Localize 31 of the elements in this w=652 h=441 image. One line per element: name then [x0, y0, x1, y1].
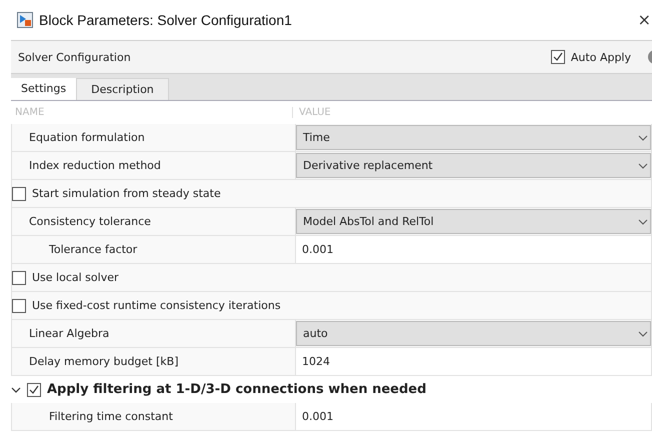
checkbox[interactable] — [12, 270, 26, 284]
auto-apply-checkbox[interactable] — [550, 50, 565, 64]
chevron-icon[interactable] — [11, 384, 21, 394]
chevron-icon[interactable] — [638, 160, 648, 170]
chevron-icon[interactable] — [638, 216, 648, 226]
dropdown[interactable]: Time — [296, 125, 651, 150]
checkbox-label: Start simulation from steady state — [32, 187, 221, 200]
checkbox[interactable] — [12, 298, 26, 312]
checkbox-label: Use fixed-cost runtime consistency iterations — [32, 299, 281, 312]
parameter-name: Linear Algebra — [29, 327, 110, 340]
column-header: NAME — [11, 107, 293, 118]
parameter-name: Consistency tolerance — [29, 215, 151, 228]
tab[interactable]: Description — [76, 78, 169, 100]
block-name: Solver Configuration — [18, 50, 132, 64]
dropdown[interactable]: Model AbsTol and RelTol — [296, 209, 651, 234]
chevron-icon[interactable] — [638, 328, 648, 338]
parameter-name: Index reduction method — [29, 159, 161, 172]
tab[interactable]: Settings — [11, 78, 76, 100]
checkbox-label: Use local solver — [32, 271, 118, 284]
block-icon — [17, 12, 33, 28]
auto-apply-label: Auto Apply — [570, 50, 631, 64]
checkbox[interactable] — [12, 186, 26, 200]
window-title: Block Parameters: Solver Configuration1 — [39, 12, 292, 28]
chevron-icon[interactable] — [638, 132, 648, 142]
checkbox[interactable] — [27, 382, 41, 396]
parameter-name: Equation formulation — [29, 131, 145, 144]
dropdown[interactable]: Derivative replacement — [296, 153, 651, 178]
checkbox-label: Apply filtering at 1-D/3-D connections when needed — [47, 382, 426, 397]
column-header: VALUE — [298, 107, 331, 118]
close-button[interactable]: × — [638, 10, 651, 29]
dropdown[interactable]: auto — [296, 321, 651, 346]
